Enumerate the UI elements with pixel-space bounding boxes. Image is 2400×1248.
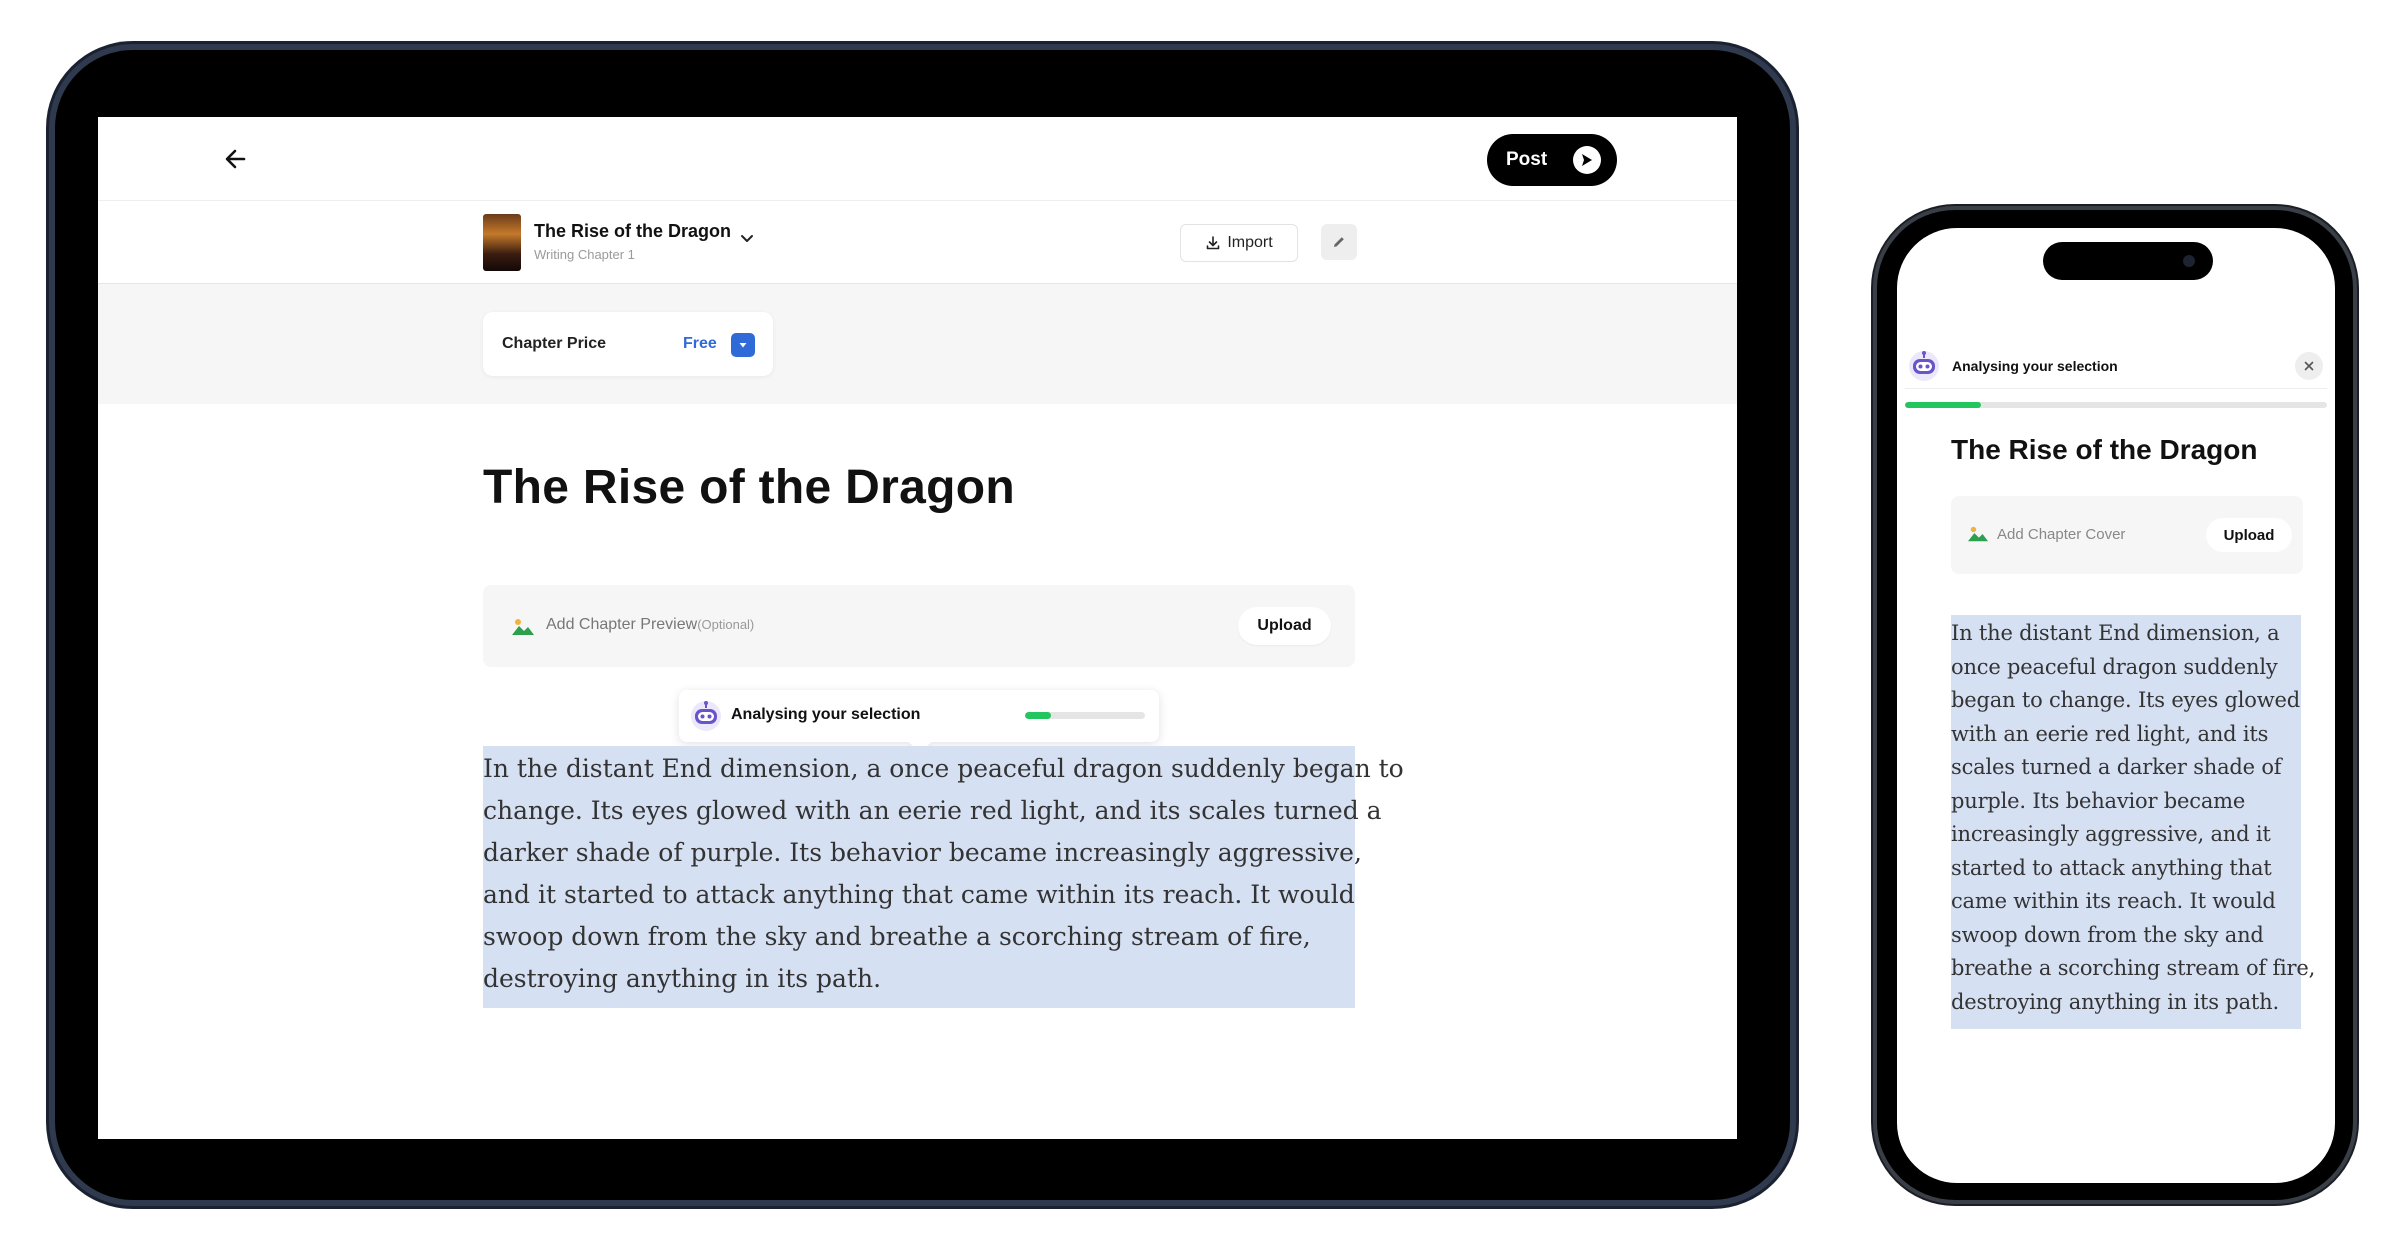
body-text-line: with an eerie red light, and its <box>1951 721 2269 746</box>
body-text-line: destroying anything in its path. <box>1951 989 2279 1014</box>
phone-analysis-status-text: Analysing your selection <box>1952 358 2118 374</box>
post-button[interactable]: Post <box>1487 134 1617 186</box>
robot-icon <box>691 701 721 731</box>
chapter-preview-row: Add Chapter Preview(Optional) Upload <box>483 585 1355 667</box>
analysis-popover: Analysing your selection <box>679 690 1159 754</box>
dynamic-island <box>2043 242 2213 280</box>
close-button[interactable] <box>2295 352 2323 380</box>
book-select-dropdown[interactable] <box>736 227 758 249</box>
body-text-line: began to change. Its eyes glowed <box>1951 688 2300 712</box>
phone-screen: Analysing your selection The Rise of the… <box>1897 228 2335 1183</box>
analysis-progress-fill <box>1025 712 1052 719</box>
upload-preview-button[interactable]: Upload <box>1238 607 1331 645</box>
close-icon <box>2304 361 2314 371</box>
chapter-price-label: Chapter Price <box>502 335 607 352</box>
body-text-line: destroying anything in its path. <box>483 964 882 993</box>
book-subtitle: Writing Chapter 1 <box>534 247 635 262</box>
body-text-line: In the distant End dimension, a <box>1951 621 2280 645</box>
phone-analysis-progress-bar <box>1905 402 2327 408</box>
analysis-status-text: Analysing your selection <box>731 706 921 723</box>
book-cover-thumbnail <box>483 214 521 271</box>
chevron-down-icon <box>741 235 753 242</box>
upload-cover-button[interactable]: Upload <box>2206 518 2292 552</box>
body-text-line: increasingly aggressive, and it <box>1951 822 2271 846</box>
chapter-price-bar: Chapter Price Free <box>98 284 1737 404</box>
chevron-down-icon <box>739 343 747 348</box>
top-bar: Post <box>98 117 1737 201</box>
download-icon <box>1207 236 1220 250</box>
body-text-line: and it started to attack anything that c… <box>483 880 1355 909</box>
phone-analysis-banner: Analysing your selection <box>1897 328 2335 413</box>
back-arrow-icon <box>225 149 246 169</box>
optional-tag: (Optional) <box>697 617 755 632</box>
body-text-line: scales turned a darker shade of <box>1951 755 2282 779</box>
send-arrow-icon <box>1573 146 1601 174</box>
chapter-body-selected-text[interactable]: In the distant End dimension, a once pea… <box>483 746 1404 1008</box>
phone-chapter-body-selected-text[interactable]: In the distant End dimension, a once peac… <box>1951 615 2316 1029</box>
body-text-line: swoop down from the sky and breathe a sc… <box>483 922 1311 951</box>
edit-button[interactable] <box>1321 224 1357 260</box>
body-text-line: came within its reach. It would <box>1951 889 2276 913</box>
book-header: The Rise of the Dragon Writing Chapter 1… <box>98 201 1737 284</box>
body-text-line: purple. Its behavior became <box>1951 788 2246 813</box>
chapter-title[interactable]: The Rise of the Dragon <box>483 460 1015 515</box>
book-title: The Rise of the Dragon <box>534 221 732 241</box>
body-text-line: change. Its eyes glowed with an eerie re… <box>483 796 1382 825</box>
tablet-screen: Post The Rise of the Dragon Writing Chap… <box>98 117 1737 1139</box>
body-text-line: In the distant End dimension, a once pea… <box>483 754 1404 783</box>
phone-analysis-progress-fill <box>1905 402 1981 408</box>
robot-icon <box>1909 351 1939 381</box>
body-text-line: once peaceful dragon suddenly <box>1951 654 2278 679</box>
chapter-preview-label-text: Add Chapter Preview <box>546 616 698 633</box>
chapter-cover-row: Add Chapter Cover Upload <box>1951 496 2303 574</box>
import-button[interactable]: Import <box>1180 224 1298 262</box>
back-button[interactable] <box>216 141 256 177</box>
image-icon <box>512 619 534 635</box>
chapter-preview-label: Add Chapter Preview(Optional) <box>546 616 754 634</box>
chapter-price-card: Chapter Price Free <box>483 312 773 376</box>
chapter-price-dropdown[interactable] <box>731 333 755 357</box>
pencil-icon <box>1334 237 1344 247</box>
body-text-line: darker shade of purple. Its behavior bec… <box>483 838 1362 867</box>
chapter-price-value[interactable]: Free <box>683 335 717 353</box>
post-button-label: Post <box>1506 149 1548 170</box>
analysis-progress-bar <box>1025 712 1145 719</box>
phone-chapter-title[interactable]: The Rise of the Dragon <box>1951 434 2257 466</box>
chapter-cover-label: Add Chapter Cover <box>1997 526 2126 543</box>
import-button-label: Import <box>1227 234 1273 251</box>
body-text-line: swoop down from the sky and <box>1951 922 2264 947</box>
image-icon <box>1968 526 1988 542</box>
body-text-line: started to attack anything that <box>1951 855 2272 880</box>
body-text-line: breathe a scorching stream of fire, <box>1951 956 2316 980</box>
